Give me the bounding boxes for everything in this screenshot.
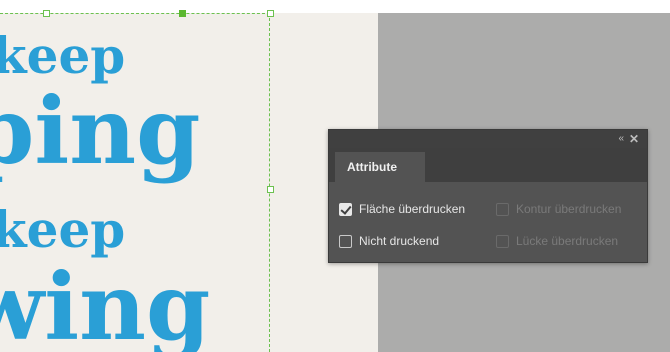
option-flaeche-ueberdrucken[interactable]: Fläche überdrucken (339, 202, 465, 216)
label-luecke-ueberdrucken: Lücke überdrucken (516, 234, 619, 248)
label-kontur-ueberdrucken: Kontur überdrucken (516, 202, 622, 216)
option-kontur-ueberdrucken: Kontur überdrucken (496, 202, 621, 216)
panel-titlebar[interactable]: « ✕ (329, 130, 647, 148)
checkbox-kontur-ueberdrucken (496, 202, 509, 216)
selection-handle-top-right[interactable] (267, 10, 274, 17)
text-frame-selection (0, 13, 270, 352)
attribute-panel: « ✕ Attribute Fläche überdrucken Kontur … (328, 129, 648, 263)
close-icon[interactable]: ✕ (629, 131, 639, 147)
option-nicht-druckend[interactable]: Nicht druckend (339, 234, 439, 248)
selection-handle-top-left[interactable] (43, 10, 50, 17)
checkbox-luecke-ueberdrucken (496, 234, 509, 248)
selection-handle-middle-right[interactable] (267, 186, 274, 193)
collapse-icon[interactable]: « (618, 131, 623, 147)
tab-attribute[interactable]: Attribute (335, 152, 425, 182)
checkbox-nicht-druckend[interactable] (339, 234, 352, 248)
selection-handle-top-center[interactable] (179, 10, 186, 17)
option-luecke-ueberdrucken: Lücke überdrucken (496, 234, 618, 248)
label-nicht-druckend: Nicht druckend (359, 234, 440, 248)
panel-tabbar: Attribute (329, 148, 647, 182)
checkbox-flaeche-ueberdrucken[interactable] (339, 202, 352, 216)
label-flaeche-ueberdrucken: Fläche überdrucken (359, 202, 466, 216)
